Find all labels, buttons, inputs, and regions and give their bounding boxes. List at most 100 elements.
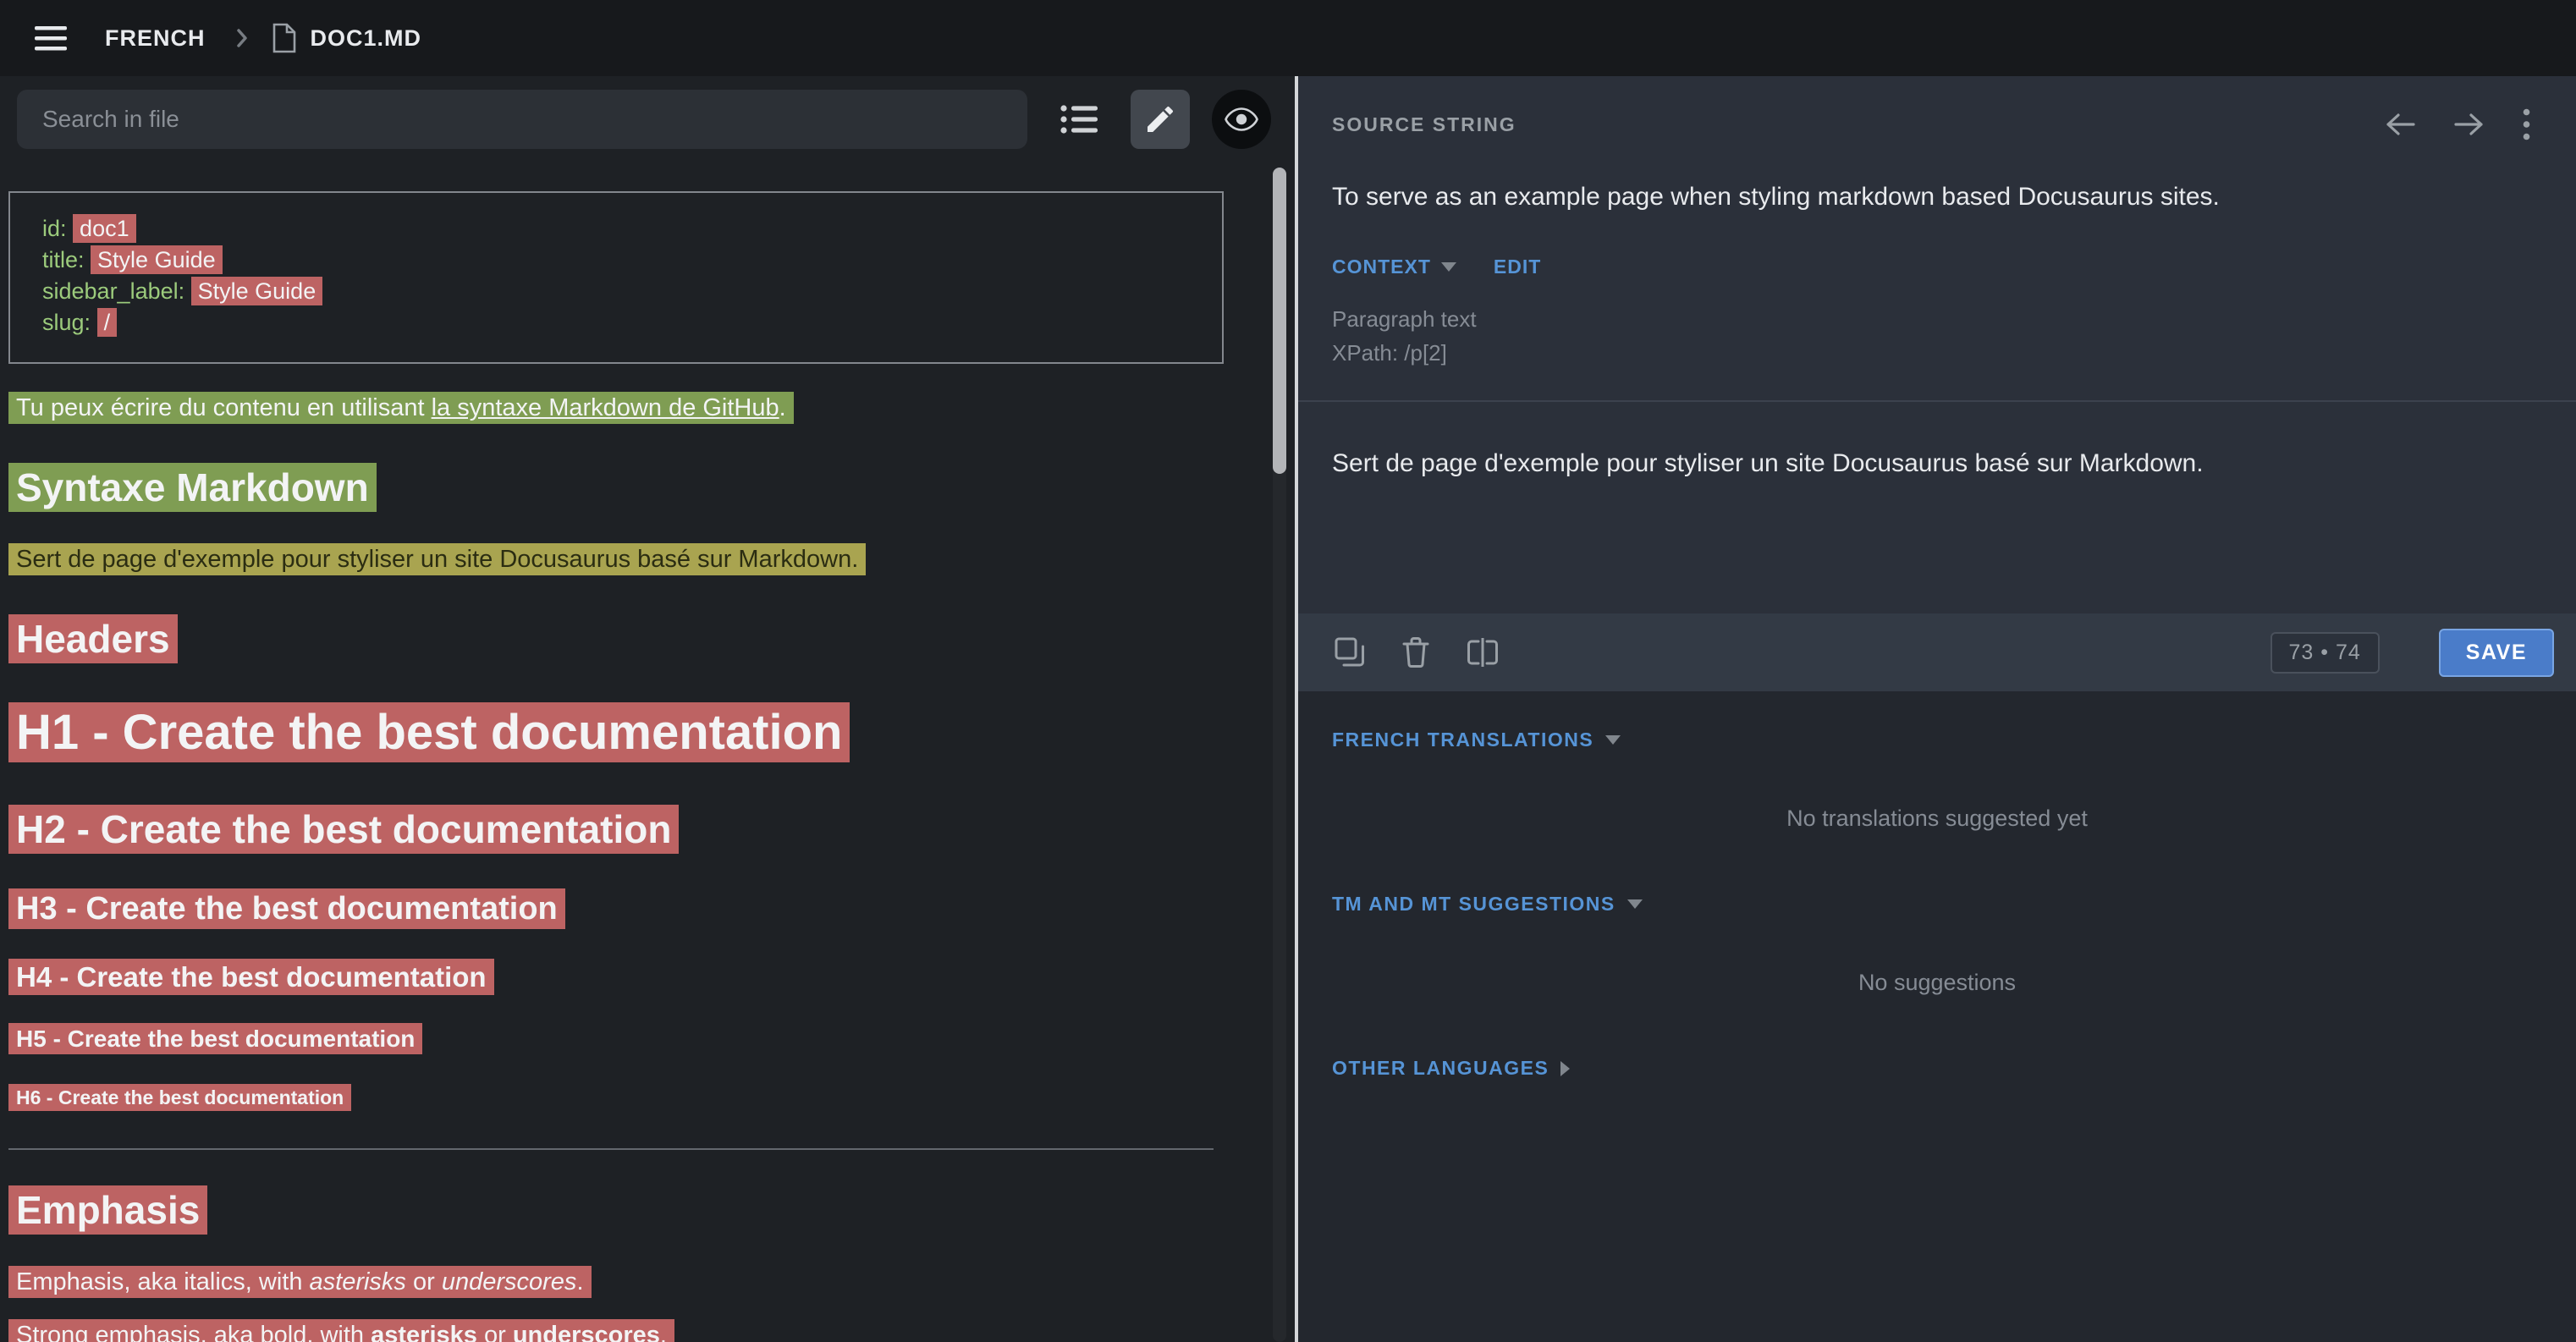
doc-heading: Emphasis bbox=[8, 1187, 1244, 1233]
search-row bbox=[0, 76, 1295, 162]
chevron-down-icon bbox=[1605, 735, 1621, 745]
string-highlight-untranslated[interactable]: H1 - Create the best documentation bbox=[8, 702, 850, 762]
source-string-title: SOURCE STRING bbox=[1332, 113, 1516, 136]
section-tm-mt-suggestions[interactable]: TM AND MT SUGGESTIONS bbox=[1332, 893, 2542, 916]
frontmatter-key: id: bbox=[42, 216, 67, 241]
breadcrumb-file[interactable]: DOC1.MD bbox=[272, 23, 422, 53]
string-highlight-untranslated[interactable]: Style Guide bbox=[91, 245, 223, 274]
frontmatter-line: sidebar_label: Style Guide bbox=[42, 276, 1197, 307]
translation-input[interactable]: Sert de page d'exemple pour styliser un … bbox=[1332, 402, 2542, 613]
strong-bold: asterisks bbox=[371, 1322, 477, 1342]
translations-empty-message: No translations suggested yet bbox=[1332, 806, 2542, 832]
context-xpath: XPath: /p[2] bbox=[1332, 336, 2542, 370]
chevron-right-icon bbox=[1560, 1061, 1570, 1076]
doc-heading-h5: H5 - Create the best documentation bbox=[8, 1026, 1244, 1053]
doc-heading: Syntaxe Markdown bbox=[8, 465, 1244, 510]
doc-paragraph: Emphasis, aka italics, with asterisks or… bbox=[8, 1268, 1244, 1296]
intro-text: Tu peux écrire du contenu en utilisant bbox=[16, 394, 432, 421]
menu-icon[interactable] bbox=[25, 10, 81, 66]
previous-string-button[interactable] bbox=[2384, 112, 2416, 137]
intro-link[interactable]: la syntaxe Markdown de GitHub bbox=[432, 394, 779, 421]
file-preview-panel: id: doc1 title: Style Guide sidebar_labe… bbox=[0, 76, 1295, 1342]
doc-heading-h1: H1 - Create the best documentation bbox=[8, 704, 1244, 761]
file-icon bbox=[272, 23, 297, 53]
section-title: TM AND MT SUGGESTIONS bbox=[1332, 893, 1616, 916]
string-highlight-untranslated[interactable]: H4 - Create the best documentation bbox=[8, 959, 494, 995]
string-highlight-untranslated[interactable]: H2 - Create the best documentation bbox=[8, 805, 679, 854]
frontmatter-key: sidebar_label: bbox=[42, 278, 184, 304]
context-type: Paragraph text bbox=[1332, 302, 2542, 336]
string-highlight-untranslated[interactable]: Style Guide bbox=[191, 277, 323, 305]
emphasis-text: . bbox=[576, 1268, 583, 1295]
doc-heading-h4: H4 - Create the best documentation bbox=[8, 961, 1244, 993]
delete-translation-icon[interactable] bbox=[1401, 636, 1430, 668]
strong-text: . bbox=[660, 1322, 667, 1342]
source-string-section: SOURCE STRING bbox=[1298, 76, 2576, 613]
text-selection-icon[interactable] bbox=[1466, 637, 1500, 668]
frontmatter-key: title: bbox=[42, 247, 85, 272]
string-highlight-untranslated[interactable]: doc1 bbox=[73, 214, 136, 243]
more-options-icon[interactable] bbox=[2523, 108, 2530, 140]
section-french-translations[interactable]: FRENCH TRANSLATIONS bbox=[1332, 729, 2542, 751]
strong-text: Strong emphasis, aka bold, with bbox=[16, 1322, 371, 1342]
save-button[interactable]: SAVE bbox=[2439, 629, 2554, 677]
string-highlight-translated[interactable]: Tu peux écrire du contenu en utilisant l… bbox=[8, 392, 794, 424]
string-highlight-untranslated[interactable]: Headers bbox=[8, 614, 178, 663]
doc-heading-h2: H2 - Create the best documentation bbox=[8, 806, 1244, 852]
emphasis-italic: asterisks bbox=[310, 1268, 406, 1295]
section-other-languages[interactable]: OTHER LANGUAGES bbox=[1332, 1057, 2542, 1080]
chevron-down-icon bbox=[1627, 899, 1643, 909]
doc-heading: Headers bbox=[8, 616, 1244, 662]
breadcrumb-language[interactable]: FRENCH bbox=[105, 25, 206, 52]
string-highlight-untranslated[interactable]: H5 - Create the best documentation bbox=[8, 1023, 422, 1054]
strong-bold: underscores bbox=[513, 1322, 660, 1342]
section-title: OTHER LANGUAGES bbox=[1332, 1057, 1549, 1080]
translation-panel: SOURCE STRING bbox=[1298, 76, 2576, 1342]
chevron-down-icon bbox=[1441, 262, 1456, 272]
translation-toolbar: 73 • 74 SAVE bbox=[1298, 613, 2576, 691]
next-string-button[interactable] bbox=[2453, 112, 2485, 137]
frontmatter-line: title: Style Guide bbox=[42, 245, 1197, 276]
copy-source-icon[interactable] bbox=[1334, 636, 1366, 668]
doc-heading-h6: H6 - Create the best documentation bbox=[8, 1086, 1244, 1109]
list-view-button[interactable] bbox=[1049, 90, 1109, 149]
breadcrumb-chevron-icon bbox=[234, 27, 250, 49]
frontmatter-key: slug: bbox=[42, 310, 91, 335]
document-preview: id: doc1 title: Style Guide sidebar_labe… bbox=[0, 162, 1295, 1342]
breadcrumb-file-name: DOC1.MD bbox=[311, 25, 422, 52]
intro-period: . bbox=[779, 394, 786, 421]
emphasis-italic: underscores bbox=[442, 1268, 577, 1295]
frontmatter-line: slug: / bbox=[42, 307, 1197, 338]
emphasis-text: or bbox=[406, 1268, 442, 1295]
preview-mode-button[interactable] bbox=[1212, 90, 1271, 149]
topbar: FRENCH DOC1.MD bbox=[0, 0, 2576, 76]
suggestions-empty-message: No suggestions bbox=[1332, 970, 2542, 996]
emphasis-text: Emphasis, aka italics, with bbox=[16, 1268, 310, 1295]
frontmatter-block: id: doc1 title: Style Guide sidebar_labe… bbox=[8, 191, 1224, 364]
string-highlight-untranslated[interactable]: H6 - Create the best documentation bbox=[8, 1084, 351, 1111]
string-highlight-untranslated[interactable]: / bbox=[97, 308, 118, 337]
character-counter: 73 • 74 bbox=[2271, 632, 2380, 674]
strong-text: or bbox=[477, 1322, 513, 1342]
search-input[interactable] bbox=[17, 90, 1027, 149]
context-dropdown[interactable]: CONTEXT bbox=[1332, 256, 1456, 278]
doc-paragraph: Tu peux écrire du contenu en utilisant l… bbox=[8, 394, 1244, 422]
main-split: id: doc1 title: Style Guide sidebar_labe… bbox=[0, 76, 2576, 1342]
source-string-text: To serve as an example page when styling… bbox=[1332, 179, 2542, 215]
string-highlight-untranslated[interactable]: H3 - Create the best documentation bbox=[8, 888, 565, 929]
edit-mode-button[interactable] bbox=[1131, 90, 1190, 149]
scrollbar-track[interactable] bbox=[1273, 168, 1286, 1342]
string-highlight-untranslated[interactable]: Emphasis, aka italics, with asterisks or… bbox=[8, 1266, 592, 1298]
doc-horizontal-rule bbox=[8, 1148, 1214, 1150]
scrollbar-thumb[interactable] bbox=[1273, 168, 1286, 474]
edit-context-button[interactable]: EDIT bbox=[1494, 256, 1541, 278]
doc-paragraph: Sert de page d'exemple pour styliser un … bbox=[8, 546, 1244, 574]
doc-heading-h3: H3 - Create the best documentation bbox=[8, 891, 1244, 927]
string-highlight-selected[interactable]: Sert de page d'exemple pour styliser un … bbox=[8, 543, 866, 575]
context-label: CONTEXT bbox=[1332, 256, 1431, 278]
string-highlight-untranslated[interactable]: Emphasis bbox=[8, 1185, 207, 1235]
string-highlight-untranslated[interactable]: Strong emphasis, aka bold, with asterisk… bbox=[8, 1319, 674, 1342]
string-highlight-translated[interactable]: Syntaxe Markdown bbox=[8, 463, 377, 512]
doc-paragraph: Strong emphasis, aka bold, with asterisk… bbox=[8, 1322, 1244, 1342]
frontmatter-line: id: doc1 bbox=[42, 213, 1197, 245]
